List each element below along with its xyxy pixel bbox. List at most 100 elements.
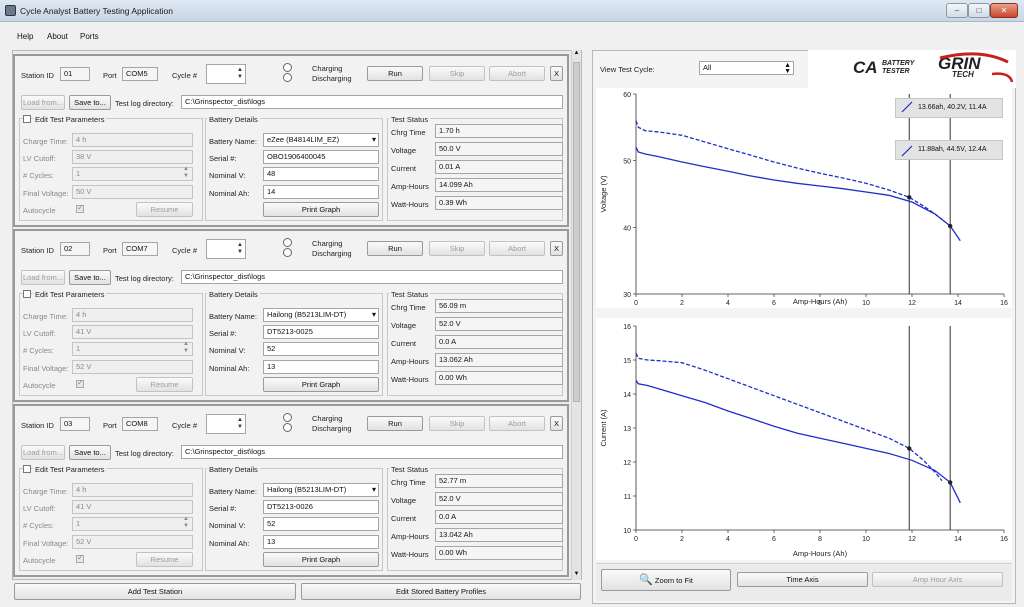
- battery-name-select[interactable]: eZee (B4814LIM_EZ) ▾: [263, 133, 379, 147]
- nominal-v-field[interactable]: 52: [263, 342, 379, 356]
- final-voltage-field[interactable]: 52 V: [72, 535, 193, 549]
- port-field[interactable]: COM8: [122, 417, 158, 431]
- final-voltage-field[interactable]: 50 V: [72, 185, 193, 199]
- save-to-button[interactable]: Save to...: [69, 445, 111, 460]
- zoom-to-fit-button[interactable]: 🔍 Zoom to Fit: [601, 569, 731, 591]
- save-to-button[interactable]: Save to...: [69, 95, 111, 110]
- charge-time-field[interactable]: 4 h: [72, 483, 193, 497]
- cycles-stepper-arrows-icon[interactable]: ▲ ▼: [183, 166, 189, 180]
- lv-cutoff-field[interactable]: 41 V: [72, 500, 193, 514]
- serial-field[interactable]: DT5213-0026: [263, 500, 379, 514]
- battery-name-select[interactable]: Hailong (B5213LIM-DT) ▾: [263, 483, 379, 497]
- print-graph-button[interactable]: Print Graph: [263, 202, 379, 217]
- voltage-chart[interactable]: 0 2 4 6 8 10 12 14 1630405060Amp-Hours (Ah)Volta…: [596, 88, 1012, 308]
- print-graph-button[interactable]: Print Graph: [263, 552, 379, 567]
- serial-field[interactable]: OBO1906400045: [263, 150, 379, 164]
- run-button[interactable]: Run: [367, 241, 423, 256]
- remove-station-button[interactable]: X: [550, 416, 563, 431]
- serial-field[interactable]: DT5213-0025: [263, 325, 379, 339]
- nominal-ah-field[interactable]: 13: [263, 535, 379, 549]
- chrg-time-value: 52.77 m: [435, 474, 563, 488]
- amp-hour-axis-button[interactable]: Amp Hour Axis: [872, 572, 1003, 587]
- load-from-button[interactable]: Load from...: [21, 270, 65, 285]
- add-test-station-button[interactable]: Add Test Station: [14, 583, 296, 600]
- abort-button[interactable]: Abort: [489, 241, 545, 256]
- scroll-up-icon[interactable]: ▲: [572, 50, 581, 59]
- cycles-stepper[interactable]: 1: [72, 517, 193, 531]
- time-axis-button[interactable]: Time Axis: [737, 572, 868, 587]
- autocycle-checkbox[interactable]: [76, 553, 84, 563]
- load-from-button[interactable]: Load from...: [21, 95, 65, 110]
- skip-button[interactable]: Skip: [429, 66, 485, 81]
- skip-button[interactable]: Skip: [429, 241, 485, 256]
- lv-cutoff-field[interactable]: 38 V: [72, 150, 193, 164]
- port-field[interactable]: COM5: [122, 67, 158, 81]
- minimize-icon[interactable]: –: [946, 3, 968, 18]
- maximize-icon[interactable]: □: [968, 3, 990, 18]
- stepper-arrows-icon[interactable]: ▲ ▼: [237, 242, 243, 256]
- edit-params-checkbox[interactable]: [23, 115, 31, 123]
- scroll-down-icon[interactable]: ▼: [572, 571, 581, 580]
- edit-params-checkbox[interactable]: [23, 465, 31, 473]
- cycle-stepper[interactable]: ▲ ▼: [206, 64, 246, 84]
- port-field[interactable]: COM7: [122, 242, 158, 256]
- menu-ports[interactable]: Ports: [80, 32, 99, 41]
- resume-button[interactable]: Resume: [136, 202, 193, 217]
- final-voltage-label: Final Voltage:: [23, 189, 69, 198]
- cycle-stepper[interactable]: ▲ ▼: [206, 239, 246, 259]
- final-voltage-field[interactable]: 52 V: [72, 360, 193, 374]
- save-to-button[interactable]: Save to...: [69, 270, 111, 285]
- menu-help[interactable]: Help: [17, 32, 33, 41]
- run-button[interactable]: Run: [367, 66, 423, 81]
- menu-about[interactable]: About: [47, 32, 68, 41]
- nominal-ah-field[interactable]: 14: [263, 185, 379, 199]
- run-button[interactable]: Run: [367, 416, 423, 431]
- station-id-field[interactable]: 02: [60, 242, 90, 256]
- cycles-stepper-arrows-icon[interactable]: ▲ ▼: [183, 341, 189, 355]
- print-graph-button[interactable]: Print Graph: [263, 377, 379, 392]
- voltage-label: Voltage: [391, 321, 417, 330]
- nominal-v-field[interactable]: 52: [263, 517, 379, 531]
- test-log-dir-field[interactable]: C:\Grinspector_dist\logs: [181, 95, 563, 109]
- stepper-arrows-icon[interactable]: ▲ ▼: [237, 417, 243, 431]
- cycle-stepper[interactable]: ▲ ▼: [206, 414, 246, 434]
- remove-station-button[interactable]: X: [550, 66, 563, 81]
- remove-station-button[interactable]: X: [550, 241, 563, 256]
- lv-cutoff-field[interactable]: 41 V: [72, 325, 193, 339]
- close-icon[interactable]: ✕: [990, 3, 1018, 18]
- station-id-field[interactable]: 01: [60, 67, 90, 81]
- vertical-scrollbar[interactable]: ▲ ▼: [571, 50, 581, 580]
- load-from-button[interactable]: Load from...: [21, 445, 65, 460]
- cursor-point: [907, 195, 912, 200]
- nominal-ah-field[interactable]: 13: [263, 360, 379, 374]
- autocycle-checkbox[interactable]: [76, 203, 84, 213]
- updown-arrows-icon[interactable]: ▲ ▼: [784, 62, 791, 74]
- charge-time-field[interactable]: 4 h: [72, 133, 193, 147]
- chevron-down-icon[interactable]: ▾: [372, 484, 376, 496]
- station-id-field[interactable]: 03: [60, 417, 90, 431]
- charge-time-field[interactable]: 4 h: [72, 308, 193, 322]
- abort-button[interactable]: Abort: [489, 416, 545, 431]
- nominal-v-field[interactable]: 48: [263, 167, 379, 181]
- battery-name-select[interactable]: Hailong (B5213LIM-DT) ▾: [263, 308, 379, 322]
- cycles-stepper-arrows-icon[interactable]: ▲ ▼: [183, 516, 189, 530]
- edit-params-checkbox[interactable]: [23, 290, 31, 298]
- view-test-cycle-select[interactable]: All ▲ ▼: [699, 61, 794, 75]
- resume-button[interactable]: Resume: [136, 377, 193, 392]
- chevron-down-icon[interactable]: ▾: [372, 309, 376, 321]
- edit-battery-profiles-button[interactable]: Edit Stored Battery Profiles: [301, 583, 581, 600]
- cycles-stepper[interactable]: 1: [72, 167, 193, 181]
- resume-button[interactable]: Resume: [136, 552, 193, 567]
- scrollbar-thumb[interactable]: [573, 62, 580, 402]
- current-chart[interactable]: 0 2 4 6 8 10 12 14 16 10 11 12 13 14 15 16 Amp-Hours (Ah…: [596, 318, 1012, 560]
- chevron-down-icon[interactable]: ▾: [372, 134, 376, 146]
- abort-button[interactable]: Abort: [489, 66, 545, 81]
- stepper-arrows-icon[interactable]: ▲ ▼: [237, 67, 243, 81]
- skip-button[interactable]: Skip: [429, 416, 485, 431]
- window-title: Cycle Analyst Battery Testing Applicatio…: [20, 6, 173, 16]
- test-log-dir-field[interactable]: C:\Grinspector_dist\logs: [181, 270, 563, 284]
- test-log-dir-field[interactable]: C:\Grinspector_dist\logs: [181, 445, 563, 459]
- cycles-stepper[interactable]: 1: [72, 342, 193, 356]
- autocycle-checkbox[interactable]: [76, 378, 84, 388]
- test-log-dir-label: Test log directory:: [115, 274, 174, 283]
